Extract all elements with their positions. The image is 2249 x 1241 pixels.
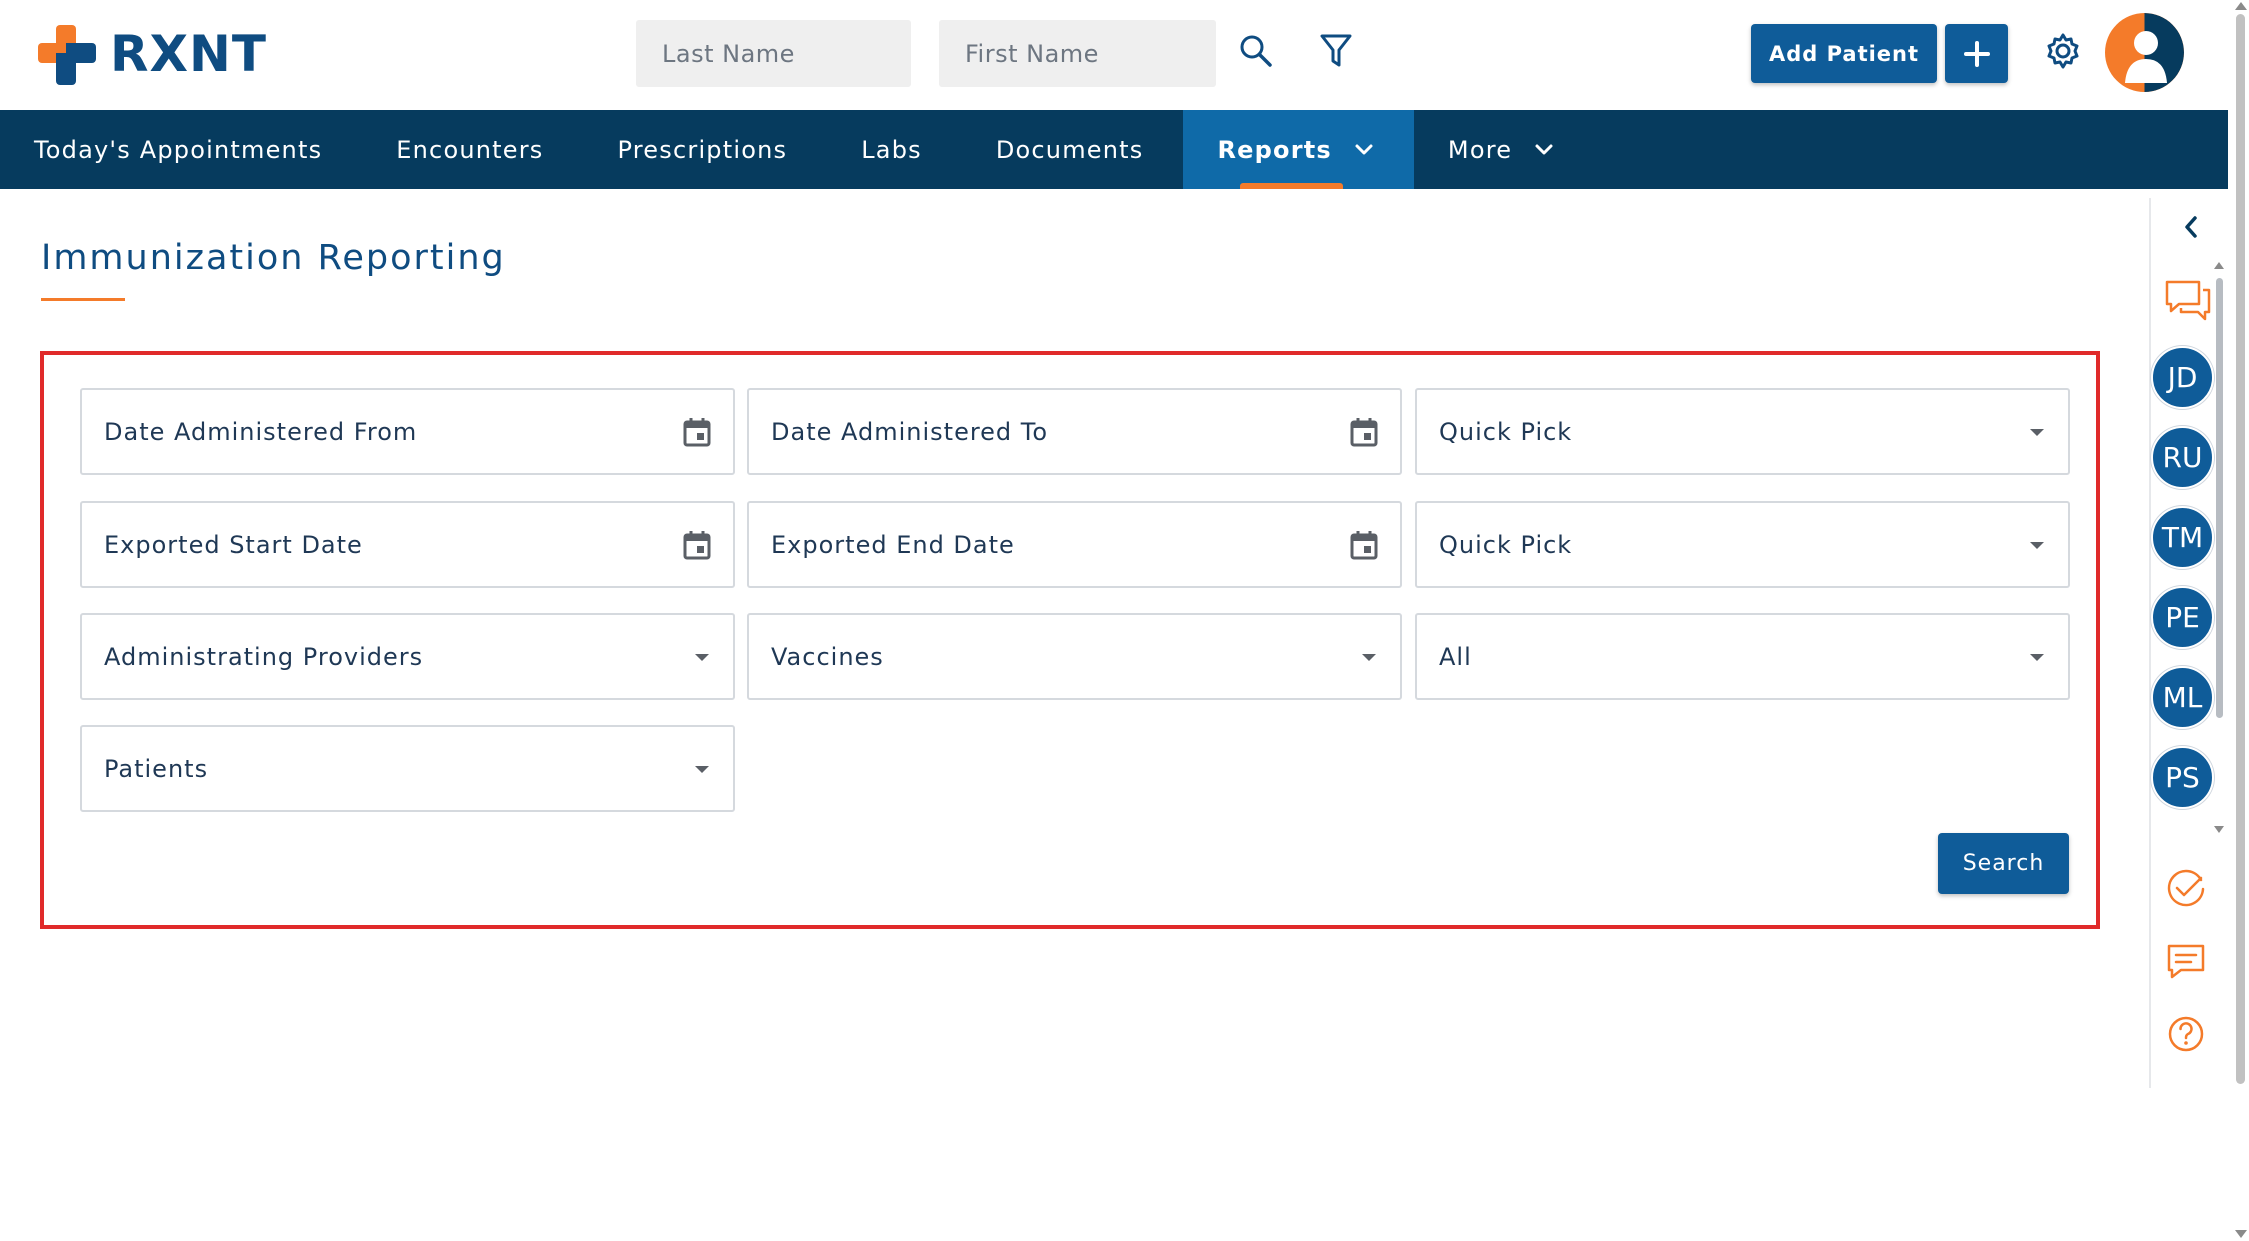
field-label: Administrating Providers <box>104 642 424 671</box>
field-label: Exported Start Date <box>104 530 363 559</box>
page-scroll-up-icon[interactable] <box>2235 2 2247 10</box>
field-label: Date Administered From <box>104 417 418 446</box>
status-select[interactable]: All <box>1415 613 2070 700</box>
sidebar-user-avatar[interactable]: PS <box>2151 746 2214 809</box>
message-icon[interactable] <box>2163 938 2209 984</box>
plus-icon <box>1963 40 1990 67</box>
caret-down-icon <box>2028 426 2046 438</box>
nav-item-encounters[interactable]: Encounters <box>362 110 583 189</box>
add-patient-button[interactable]: Add Patient <box>1751 24 1937 83</box>
user-avatar-icon[interactable] <box>2105 13 2184 92</box>
nav-item-label: Reports <box>1217 135 1332 164</box>
help-circle-icon[interactable] <box>2163 1011 2209 1057</box>
caret-down-icon <box>693 763 711 775</box>
nav-item-label: Documents <box>995 135 1144 164</box>
chevron-down-icon <box>1354 143 1374 157</box>
caret-down-icon <box>2028 651 2046 663</box>
nav-item-label: More <box>1447 135 1513 164</box>
date-administered-to-field[interactable]: Date Administered To <box>747 388 1402 475</box>
field-label: Date Administered To <box>771 417 1049 446</box>
nav-item-prescriptions[interactable]: Prescriptions <box>584 110 828 189</box>
calendar-icon[interactable] <box>683 417 711 447</box>
nav-item-label: Today's Appointments <box>34 135 323 164</box>
logo-text: RXNT <box>110 25 268 83</box>
calendar-icon[interactable] <box>1350 530 1378 560</box>
chevron-left-icon[interactable] <box>2178 212 2204 242</box>
report-filter-panel: Date Administered From Date Administered… <box>40 351 2100 929</box>
title-underline <box>41 298 125 301</box>
field-label: Quick Pick <box>1439 530 1573 559</box>
main-nav: Today's Appointments Encounters Prescrip… <box>0 110 2228 189</box>
nav-item-todays-appointments[interactable]: Today's Appointments <box>0 110 362 189</box>
field-label: Patients <box>104 754 209 783</box>
field-label: Exported End Date <box>771 530 1015 559</box>
nav-item-label: Prescriptions <box>617 135 788 164</box>
chat-bubbles-icon[interactable] <box>2163 278 2213 324</box>
app-root: RXNT Add Patient <box>0 0 2249 1241</box>
nav-item-labs[interactable]: Labs <box>827 110 962 189</box>
search-icon[interactable] <box>1236 28 1276 74</box>
field-label: Quick Pick <box>1439 417 1573 446</box>
nav-item-label: Labs <box>861 135 922 164</box>
nav-item-reports[interactable]: Reports <box>1183 110 1414 189</box>
search-button[interactable]: Search <box>1938 833 2069 894</box>
logo-cross-icon <box>36 23 98 85</box>
rxnt-logo[interactable]: RXNT <box>36 22 267 86</box>
patients-select[interactable]: Patients <box>80 725 735 812</box>
nav-item-label: Encounters <box>396 135 544 164</box>
calendar-icon[interactable] <box>683 530 711 560</box>
quick-pick-select-1[interactable]: Quick Pick <box>1415 388 2070 475</box>
page-scrollbar[interactable] <box>2236 14 2245 1084</box>
page-title: Immunization Reporting <box>41 238 506 278</box>
caret-down-icon <box>2028 539 2046 551</box>
page-scroll-down-icon[interactable] <box>2235 1230 2247 1238</box>
nav-item-more[interactable]: More <box>1414 110 1594 189</box>
sidebar-user-avatar[interactable]: TM <box>2151 506 2214 569</box>
caret-down-icon <box>693 651 711 663</box>
sidebar-user-avatar[interactable]: JD <box>2151 346 2214 409</box>
sidebar-user-avatar[interactable]: RU <box>2151 426 2214 489</box>
chevron-down-icon <box>1534 143 1554 157</box>
gear-icon[interactable] <box>2040 28 2086 74</box>
field-label: Vaccines <box>771 642 884 671</box>
sidebar-scroll-down-icon[interactable] <box>2214 826 2224 833</box>
check-circle-icon[interactable] <box>2163 866 2209 912</box>
plus-button[interactable] <box>1945 24 2008 83</box>
last-name-input[interactable] <box>636 20 911 87</box>
exported-end-date-field[interactable]: Exported End Date <box>747 501 1402 588</box>
calendar-icon[interactable] <box>1350 417 1378 447</box>
sidebar-user-avatar[interactable]: ML <box>2151 666 2214 729</box>
vaccines-select[interactable]: Vaccines <box>747 613 1402 700</box>
nav-item-documents[interactable]: Documents <box>962 110 1184 189</box>
administrating-providers-select[interactable]: Administrating Providers <box>80 613 735 700</box>
top-header: RXNT Add Patient <box>0 0 2228 110</box>
filter-icon[interactable] <box>1316 28 1356 74</box>
quick-pick-select-2[interactable]: Quick Pick <box>1415 501 2070 588</box>
sidebar-user-avatar[interactable]: PE <box>2151 586 2214 649</box>
date-administered-from-field[interactable]: Date Administered From <box>80 388 735 475</box>
first-name-input[interactable] <box>939 20 1216 87</box>
sidebar-scroll-up-icon[interactable] <box>2214 262 2224 269</box>
exported-start-date-field[interactable]: Exported Start Date <box>80 501 735 588</box>
caret-down-icon <box>1360 651 1378 663</box>
field-label: All <box>1439 642 1472 671</box>
sidebar-scrollbar[interactable] <box>2216 278 2223 718</box>
